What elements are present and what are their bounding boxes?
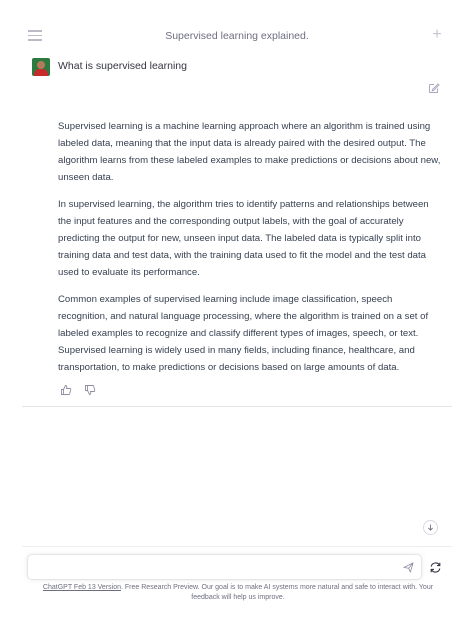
thumbs-down-icon[interactable]: [84, 384, 96, 396]
user-message-text: What is supervised learning: [58, 60, 187, 72]
user-message-row: What is supervised learning: [0, 56, 474, 93]
thumbs-up-icon[interactable]: [60, 384, 72, 396]
new-chat-plus-icon[interactable]: +: [430, 27, 444, 43]
response-paragraph: Common examples of supervised learning i…: [58, 294, 429, 373]
regenerate-icon[interactable]: [429, 561, 442, 574]
message-input[interactable]: [27, 554, 422, 580]
conversation-title: Supervised learning explained.: [165, 30, 309, 42]
edit-icon[interactable]: [428, 82, 440, 94]
feedback-buttons: [60, 383, 104, 397]
send-icon[interactable]: [403, 562, 414, 573]
assistant-response: Supervised learning is a machine learnin…: [58, 118, 442, 386]
version-link[interactable]: ChatGPT Feb 13 Version: [43, 584, 121, 591]
footer-text: . Free Research Preview. Our goal is to …: [121, 584, 434, 601]
response-paragraph: In supervised learning, the algorithm tr…: [58, 199, 429, 278]
response-paragraph: Supervised learning is a machine learnin…: [58, 121, 441, 183]
scroll-down-arrow-icon[interactable]: [423, 520, 438, 535]
user-avatar: [32, 58, 50, 76]
top-bar: Supervised learning explained. +: [0, 0, 474, 56]
footer-disclaimer: ChatGPT Feb 13 Version. Free Research Pr…: [28, 583, 448, 603]
composer-divider: [22, 546, 452, 547]
composer-area: ChatGPT Feb 13 Version. Free Research Pr…: [0, 546, 474, 632]
message-divider: [22, 406, 452, 407]
